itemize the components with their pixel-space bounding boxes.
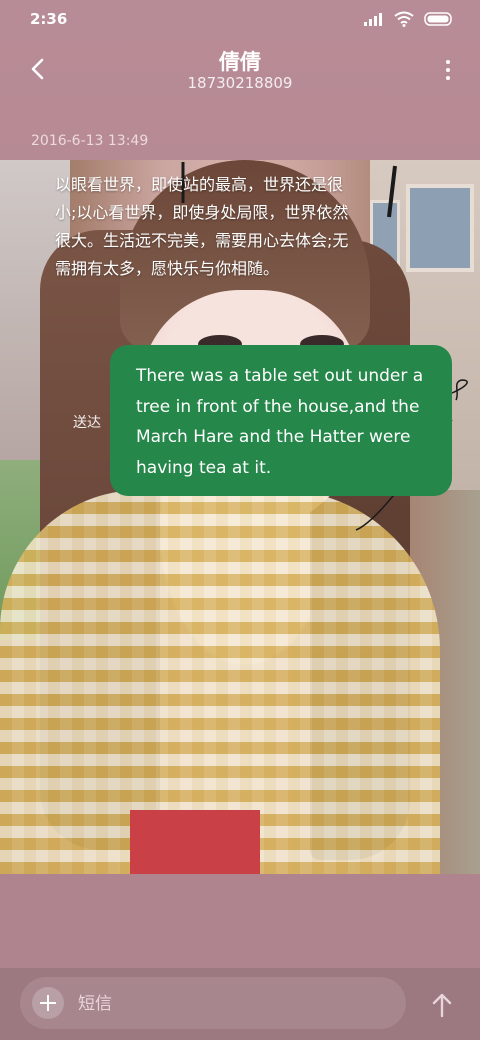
plus-icon[interactable]	[32, 987, 64, 1019]
message-input[interactable]	[76, 989, 390, 1019]
sent-message-bubble[interactable]: There was a table set out under a tree i…	[110, 345, 452, 496]
message-input-container	[20, 977, 406, 1029]
wifi-icon	[394, 11, 414, 27]
battery-icon	[424, 12, 452, 26]
sent-message-text: There was a table set out under a tree i…	[136, 366, 424, 478]
status-icons	[364, 11, 454, 27]
messaging-app: 2:36 倩倩 18730218809 2016-6-13 13:49 以眼看世…	[0, 0, 480, 1040]
delivery-status: 送达	[73, 415, 101, 431]
status-bar: 2:36	[0, 0, 480, 40]
received-message[interactable]: 以眼看世界，即使站的最高，世界还是很小;以心看世界，即使身处局限，世界依然很大。…	[55, 171, 355, 283]
status-time: 2:36	[30, 10, 68, 28]
signal-icon	[364, 13, 382, 26]
message-timestamp: 2016-6-13 13:49	[31, 133, 149, 149]
more-icon[interactable]	[444, 58, 452, 82]
send-arrow-icon[interactable]	[430, 992, 454, 1018]
scribble-lines	[181, 162, 468, 531]
contact-phone: 18730218809	[187, 74, 293, 92]
composer-bar	[0, 968, 480, 1040]
contact-name: 倩倩	[219, 50, 261, 74]
conversation-header: 倩倩 18730218809	[0, 40, 480, 110]
